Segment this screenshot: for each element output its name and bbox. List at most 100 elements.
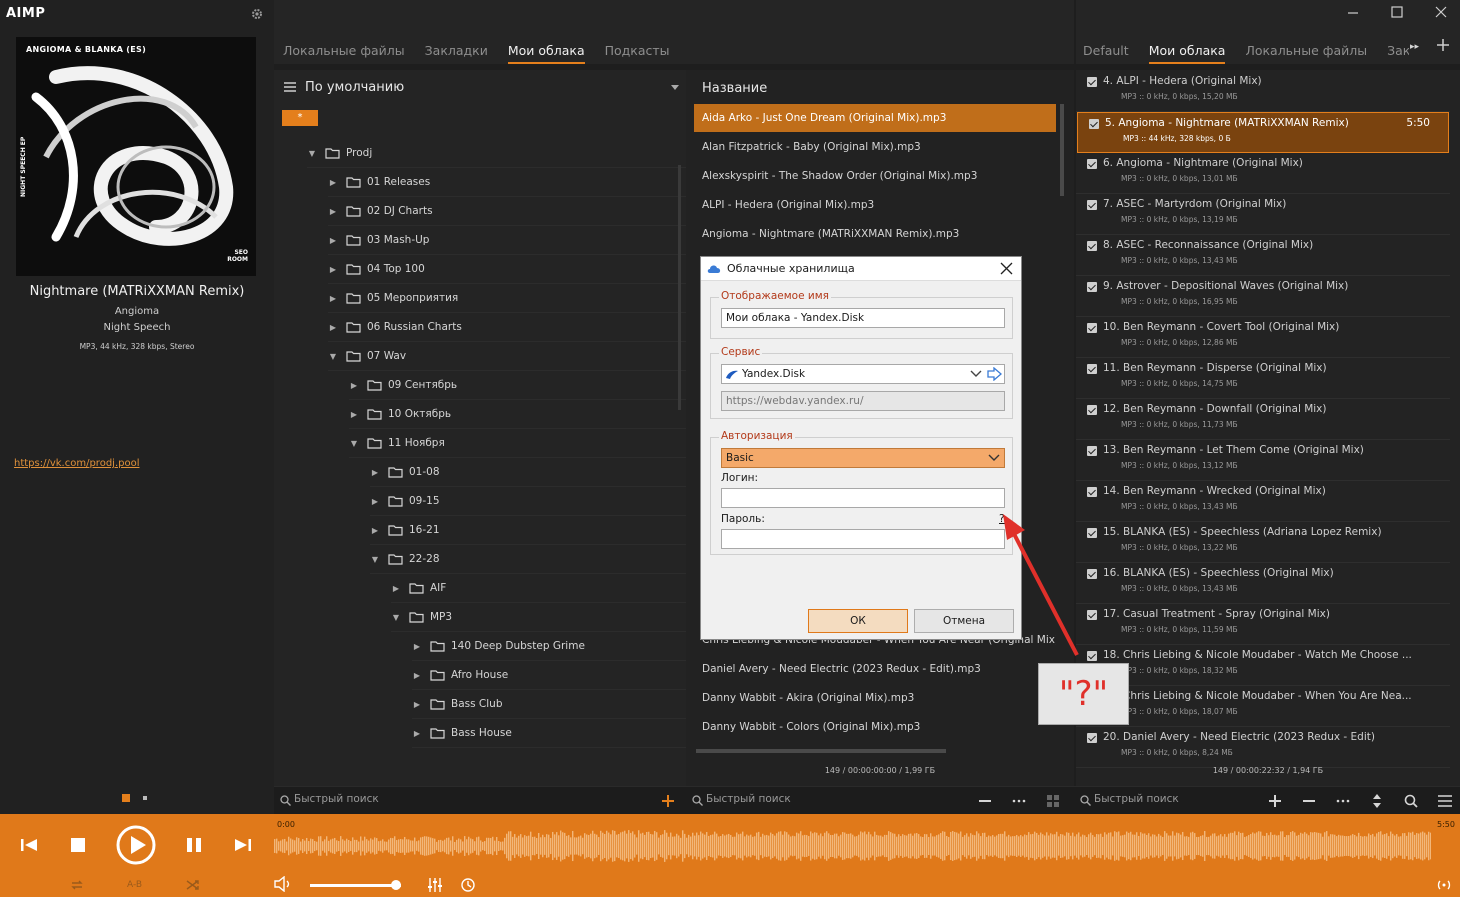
tab-playlist-local-files[interactable]: Локальные файлы (1245, 43, 1367, 64)
add-icon[interactable] (660, 793, 676, 809)
chevron-down-icon[interactable]: ▼ (349, 439, 359, 448)
tree-node[interactable]: ▶ 10 Октябрь (349, 400, 686, 429)
playlist-item[interactable]: 17. Casual Treatment - Spray (Original M… (1076, 604, 1450, 645)
tab-my-clouds[interactable]: Мои облака (507, 43, 585, 64)
volume-icon[interactable] (274, 876, 292, 892)
chevron-right-icon[interactable]: ▶ (412, 700, 422, 709)
chevron-right-icon[interactable]: ▶ (349, 410, 359, 419)
file-row[interactable]: Aida Arko - Just One Dream (Original Mix… (694, 104, 1056, 132)
playlist-item[interactable]: 13. Ben Reymann - Let Them Come (Origina… (1076, 440, 1450, 481)
tree-node[interactable]: ▶ Afro House (412, 661, 686, 690)
chevron-down-icon[interactable]: ▼ (391, 613, 401, 622)
chevron-right-icon[interactable]: ▶ (328, 178, 338, 187)
login-field[interactable] (721, 488, 1005, 508)
tree-node[interactable]: ▶ 04 Top 100 (328, 255, 686, 284)
file-row[interactable]: Alexskyspirit - The Shadow Order (Origin… (694, 162, 1056, 190)
playlist-item[interactable]: 10. Ben Reymann - Covert Tool (Original … (1076, 317, 1450, 358)
playlist-item[interactable]: 11. Ben Reymann - Disperse (Original Mix… (1076, 358, 1450, 399)
tab-playlist-my-clouds[interactable]: Мои облака (1148, 43, 1226, 64)
file-row[interactable]: Danny Wabbit - Akira (Original Mix).mp3 (694, 684, 1056, 712)
tree-node[interactable]: ▶ 01-08 (370, 458, 686, 487)
checkbox-icon[interactable] (1087, 77, 1097, 87)
chevron-down-icon[interactable]: ▼ (328, 352, 338, 361)
playlist-item[interactable]: 19. Chris Liebing & Nicole Moudaber - Wh… (1076, 686, 1450, 727)
checkbox-icon[interactable] (1087, 241, 1097, 251)
file-row[interactable]: Danny Wabbit - Colors (Original Mix).mp3 (694, 713, 1056, 741)
tree-node[interactable]: ▼ 22-28 (370, 545, 686, 574)
dialog-close-icon[interactable] (1000, 262, 1013, 275)
gear-icon[interactable] (251, 8, 263, 20)
playlist-item[interactable]: 5. Angioma - Nightmare (MATRiXXMAN Remix… (1077, 112, 1449, 153)
checkbox-icon[interactable] (1087, 405, 1097, 415)
password-field[interactable] (721, 529, 1005, 549)
playlist-item[interactable]: 20. Daniel Avery - Need Electric (2023 R… (1076, 727, 1450, 768)
playlist-item[interactable]: 15. BLANKA (ES) - Speechless (Adriana Lo… (1076, 522, 1450, 563)
tree-node[interactable]: ▶ 09 Сентябрь (349, 371, 686, 400)
menu-icon[interactable] (284, 82, 296, 92)
files-scrollbar[interactable] (1060, 104, 1064, 196)
shuffle-icon[interactable] (186, 878, 200, 892)
menu-icon[interactable] (1437, 793, 1453, 809)
playlist-search-input[interactable]: Быстрый поиск (1094, 793, 1179, 805)
star-filter-button[interactable]: * (282, 110, 318, 126)
chevron-right-icon[interactable]: ▶ (328, 294, 338, 303)
tree-node[interactable]: ▶ Bass House (412, 719, 686, 748)
checkbox-icon[interactable] (1087, 733, 1097, 743)
chevron-down-icon[interactable] (970, 369, 982, 379)
checkbox-icon[interactable] (1087, 282, 1097, 292)
checkbox-icon[interactable] (1087, 446, 1097, 456)
chevron-right-icon[interactable]: ▶ (391, 584, 401, 593)
remove-icon[interactable] (977, 793, 993, 809)
auth-select[interactable]: Basic (721, 448, 1005, 468)
chevron-right-icon[interactable]: ▶ (328, 207, 338, 216)
page-dot-active[interactable] (122, 794, 130, 802)
tree-node[interactable]: ▶ Bass Club (412, 690, 686, 719)
chevron-right-icon[interactable]: ▶ (412, 642, 422, 651)
chevron-right-icon[interactable]: ▶ (370, 468, 380, 477)
tree-node[interactable]: ▶ 05 Мероприятия (328, 284, 686, 313)
play-icon[interactable] (115, 824, 157, 866)
checkbox-icon[interactable] (1087, 569, 1097, 579)
chevron-down-icon[interactable]: ▼ (370, 555, 380, 564)
playlist-item[interactable]: 8. ASEC - Reconnaissance (Original Mix) M… (1076, 235, 1450, 276)
tree-title[interactable]: По умолчанию (305, 80, 404, 95)
chevron-right-icon[interactable]: ▶ (328, 323, 338, 332)
repeat-icon[interactable] (70, 878, 84, 892)
tree-node[interactable]: ▶ AIF (391, 574, 686, 603)
tabs-more-icon[interactable]: ▸▸ (1410, 42, 1419, 52)
chevron-right-icon[interactable]: ▶ (412, 671, 422, 680)
chevron-down-icon[interactable] (988, 453, 1000, 463)
tree-search-input[interactable]: Быстрый поиск (294, 793, 379, 805)
close-icon[interactable] (1434, 5, 1448, 19)
chevron-down-icon[interactable] (671, 85, 679, 90)
tree-scrollbar[interactable] (678, 165, 681, 410)
next-icon[interactable] (234, 836, 252, 854)
tab-local-files[interactable]: Локальные файлы (283, 43, 405, 64)
open-link-icon[interactable] (986, 367, 1002, 381)
playlist-item[interactable]: 18. Chris Liebing & Nicole Moudaber - Wa… (1076, 645, 1450, 686)
checkbox-icon[interactable] (1087, 610, 1097, 620)
tree-node[interactable]: ▼ MP3 (391, 603, 686, 632)
tree-node[interactable]: ▶ 03 Mash-Up (328, 226, 686, 255)
chevron-right-icon[interactable]: ▶ (328, 265, 338, 274)
playlist-item[interactable]: 14. Ben Reymann - Wrecked (Original Mix)… (1076, 481, 1450, 522)
tree-node[interactable]: ▶ 06 Russian Charts (328, 313, 686, 342)
ab-repeat-button[interactable]: A-B (127, 880, 142, 890)
tab-podcasts[interactable]: Подкасты (605, 43, 670, 64)
files-search-input[interactable]: Быстрый поиск (706, 793, 791, 805)
vk-link[interactable]: https://vk.com/prodj.pool (14, 458, 139, 469)
tab-default[interactable]: Default (1083, 43, 1129, 64)
volume-slider[interactable] (310, 884, 401, 887)
stream-icon[interactable] (1436, 878, 1452, 892)
playlist-item[interactable]: 16. BLANKA (ES) - Speechless (Original M… (1076, 563, 1450, 604)
tree-node[interactable]: ▼ 11 Ноября (349, 429, 686, 458)
playlist-item[interactable]: 7. ASEC - Martyrdom (Original Mix) MP3 ::… (1076, 194, 1450, 235)
stop-icon[interactable] (69, 836, 87, 854)
tab-playlist-bookmarks[interactable]: Закл (1387, 43, 1409, 64)
tree-node[interactable]: ▼ Prodj (307, 139, 686, 168)
tree-node[interactable]: ▶ 02 DJ Charts (328, 197, 686, 226)
minimize-icon[interactable] (1346, 5, 1360, 19)
find-icon[interactable] (1403, 793, 1419, 809)
remove-icon[interactable] (1301, 793, 1317, 809)
checkbox-icon[interactable] (1087, 528, 1097, 538)
